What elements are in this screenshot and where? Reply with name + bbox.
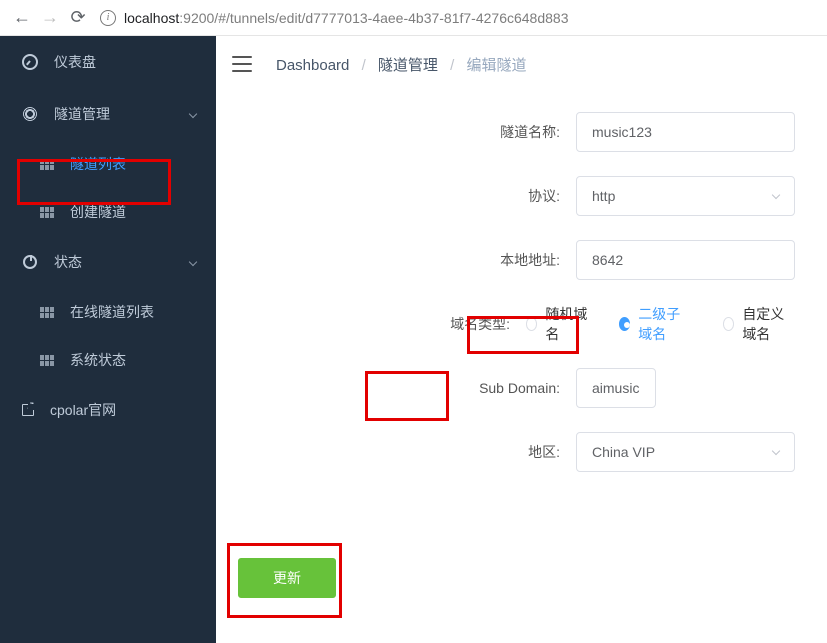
protocol-label: 协议: — [216, 186, 576, 206]
domain-type-radios: 随机域名 二级子域名 自定义域名 — [526, 304, 827, 344]
chevron-down-icon — [189, 110, 197, 118]
radio-dot — [526, 317, 537, 331]
chevron-down-icon — [772, 190, 780, 198]
radio-dot — [619, 317, 630, 331]
breadcrumb-edit: 编辑隧道 — [466, 57, 526, 74]
local-address-input[interactable] — [576, 240, 795, 280]
local-address-label: 本地地址: — [216, 250, 576, 270]
sidebar-label: cpolar官网 — [50, 400, 116, 420]
edit-tunnel-form: 隧道名称: 协议: http 本地地址: 域名类型: — [216, 92, 827, 598]
sidebar-item-dashboard[interactable]: 仪表盘 — [0, 36, 216, 88]
sidebar-item-online-tunnels[interactable]: 在线隧道列表 — [0, 288, 216, 336]
grid-icon — [40, 307, 54, 318]
sidebar-item-official[interactable]: cpolar官网 — [0, 384, 216, 436]
dashboard-icon — [22, 54, 38, 70]
breadcrumb-sep: / — [450, 57, 454, 74]
sidebar-label: 仪表盘 — [54, 52, 96, 72]
radio-label: 自定义域名 — [742, 304, 797, 344]
subdomain-label: Sub Domain: — [216, 380, 576, 396]
back-button[interactable]: ← — [8, 4, 36, 32]
radio-label: 随机域名 — [545, 304, 588, 344]
reload-button[interactable]: ⟳ — [64, 4, 92, 32]
breadcrumb: Dashboard / 隧道管理 / 编辑隧道 — [276, 54, 526, 75]
chevron-down-icon — [772, 446, 780, 454]
main-content: Dashboard / 隧道管理 / 编辑隧道 隧道名称: 协议: http — [216, 36, 827, 643]
sidebar-item-tunnel-list[interactable]: 隧道列表 — [0, 140, 216, 188]
sidebar: 仪表盘 隧道管理 隧道列表 创建隧道 状态 在线隧道列 — [0, 36, 216, 643]
domain-type-label: 域名类型: — [216, 314, 526, 334]
radio-dot — [723, 317, 734, 331]
region-value: China VIP — [592, 444, 655, 460]
subdomain-input[interactable] — [576, 368, 656, 408]
menu-toggle-icon[interactable] — [232, 56, 252, 72]
sidebar-label: 创建隧道 — [70, 202, 126, 222]
grid-icon — [40, 207, 54, 218]
region-select[interactable]: China VIP — [576, 432, 795, 472]
breadcrumb-sep: / — [362, 57, 366, 74]
grid-icon — [40, 355, 54, 366]
sidebar-label: 状态 — [54, 252, 82, 272]
forward-button: → — [36, 4, 64, 32]
address-bar[interactable]: i localhost:9200/#/tunnels/edit/d7777013… — [100, 4, 819, 32]
grid-icon — [40, 159, 54, 170]
chevron-down-icon — [189, 258, 197, 266]
update-button[interactable]: 更新 — [238, 558, 336, 598]
protocol-value: http — [592, 188, 615, 204]
content-header: Dashboard / 隧道管理 / 编辑隧道 — [216, 36, 827, 92]
url-text: localhost:9200/#/tunnels/edit/d7777013-4… — [124, 10, 568, 26]
breadcrumb-dashboard[interactable]: Dashboard — [276, 57, 349, 74]
protocol-select[interactable]: http — [576, 176, 795, 216]
sidebar-label: 隧道管理 — [54, 104, 110, 124]
tunnel-name-input[interactable] — [576, 112, 795, 152]
breadcrumb-tunnel-mgmt[interactable]: 隧道管理 — [378, 57, 438, 74]
sidebar-item-system-status[interactable]: 系统状态 — [0, 336, 216, 384]
radio-random-domain[interactable]: 随机域名 — [526, 304, 589, 344]
site-info-icon[interactable]: i — [100, 10, 116, 26]
radio-label: 二级子域名 — [638, 304, 693, 344]
external-link-icon — [22, 404, 34, 416]
tunnel-icon — [22, 106, 38, 122]
tunnel-name-label: 隧道名称: — [216, 122, 576, 142]
radio-sub-domain[interactable]: 二级子域名 — [619, 304, 693, 344]
sidebar-label: 隧道列表 — [70, 154, 126, 174]
radio-custom-domain[interactable]: 自定义域名 — [723, 304, 797, 344]
region-label: 地区: — [216, 442, 576, 462]
sidebar-label: 系统状态 — [70, 350, 126, 370]
sidebar-item-status[interactable]: 状态 — [0, 236, 216, 288]
sidebar-item-tunnel-create[interactable]: 创建隧道 — [0, 188, 216, 236]
status-icon — [22, 254, 38, 270]
sidebar-label: 在线隧道列表 — [70, 302, 154, 322]
sidebar-item-tunnel-mgmt[interactable]: 隧道管理 — [0, 88, 216, 140]
browser-toolbar: ← → ⟳ i localhost:9200/#/tunnels/edit/d7… — [0, 0, 827, 36]
